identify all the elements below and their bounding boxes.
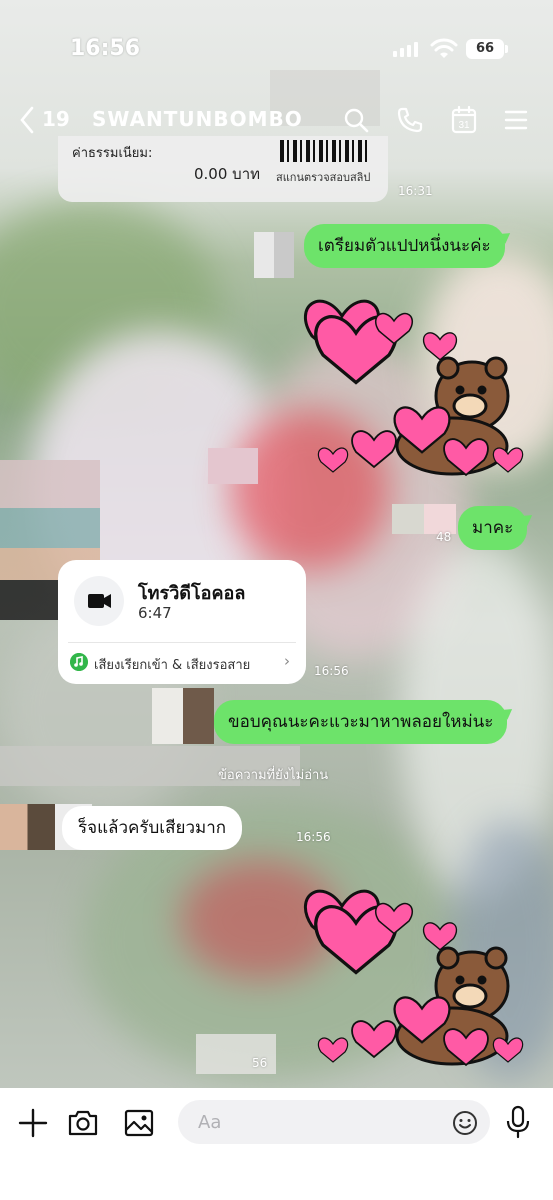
chevron-right-icon[interactable]: › — [284, 652, 290, 670]
message-time: 16:56 — [314, 664, 349, 678]
status-time: 16:56 — [70, 36, 141, 61]
redacted-avatar — [254, 232, 294, 278]
message-time: 56 — [252, 1056, 268, 1070]
phone-icon[interactable] — [394, 104, 426, 136]
call-title: โทรวิดีโอคอล — [138, 583, 246, 604]
message-time: 16:56 — [296, 830, 331, 844]
plus-icon[interactable] — [16, 1106, 50, 1140]
sticker-bear-hearts[interactable] — [292, 876, 532, 1076]
chat-title: SWANTUNBOMBO — [92, 107, 303, 131]
message-time: 16:31 — [398, 184, 433, 198]
message-input[interactable] — [178, 1100, 490, 1144]
composer-bar — [0, 1088, 553, 1200]
outgoing-message[interactable]: ขอบคุณนะคะแวะมาหาพลอยใหม่นะ — [214, 700, 508, 744]
video-icon-wrap — [74, 576, 124, 626]
qr-code — [280, 140, 370, 162]
redacted-area — [208, 448, 258, 484]
chevron-left-icon[interactable] — [14, 104, 42, 136]
unread-divider: ข้อความที่ยังไม่อ่าน — [218, 768, 329, 783]
signal-icon — [393, 42, 418, 57]
emoji-icon[interactable] — [452, 1110, 478, 1136]
image-icon[interactable] — [122, 1106, 156, 1140]
ringtone-link[interactable]: เสียงเรียกเข้า & เสียงรอสาย — [94, 654, 250, 675]
call-duration: 6:47 — [138, 604, 172, 622]
divider — [68, 642, 296, 643]
wifi-icon — [430, 38, 458, 58]
redacted-avatar — [152, 688, 214, 744]
video-call-card[interactable]: โทรวิดีโอคอล 6:47 เสียงเรียกเข้า & เสียง… — [58, 560, 306, 684]
fee-label: ค่าธรรมเนียม: — [72, 146, 153, 161]
fee-amount: 0.00 บาท — [194, 165, 260, 183]
video-camera-icon — [88, 594, 111, 608]
svg-text:31: 31 — [458, 120, 470, 131]
message-time: 48 — [436, 530, 452, 544]
sticker-bear-hearts[interactable] — [292, 286, 532, 486]
microphone-icon[interactable] — [502, 1104, 534, 1140]
music-note-icon — [70, 653, 88, 671]
verify-slip-text: สแกนตรวจสอบสลิป — [276, 171, 371, 184]
status-bar: 16:56 66 — [0, 0, 553, 96]
unread-count[interactable]: 19 — [42, 107, 70, 131]
menu-icon[interactable] — [500, 104, 532, 136]
outgoing-message[interactable]: เตรียมตัวแปปหนึ่งนะค่ะ — [304, 224, 505, 268]
camera-icon[interactable] — [66, 1106, 100, 1140]
battery-indicator: 66 — [466, 39, 508, 59]
incoming-message[interactable]: ร็จแล้วครับเสียวมาก — [62, 806, 243, 850]
transfer-slip-card[interactable]: ค่าธรรมเนียม: 0.00 บาท สแกนตรวจสอบสลิป — [58, 136, 388, 202]
calendar-icon[interactable]: 31 — [448, 104, 480, 136]
search-icon[interactable] — [340, 104, 372, 136]
outgoing-message[interactable]: มาคะ — [458, 506, 528, 550]
